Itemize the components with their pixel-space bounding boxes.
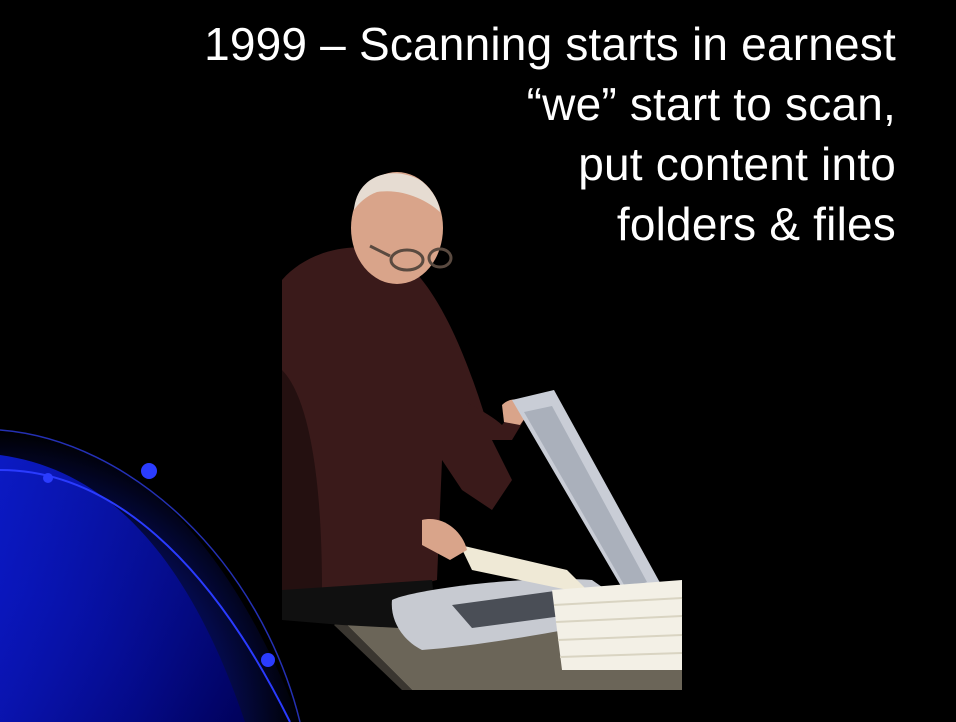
slide: 1999 – Scanning starts in earnest “we” s… — [0, 0, 956, 722]
title-line-3: put content into — [578, 138, 896, 190]
title-line-1: 1999 – Scanning starts in earnest — [204, 18, 896, 70]
dot-1 — [141, 463, 157, 479]
title-line-2: “we” start to scan, — [526, 78, 896, 130]
dot-3 — [43, 473, 53, 483]
slide-text: 1999 – Scanning starts in earnest “we” s… — [16, 14, 896, 254]
title-line-4: folders & files — [616, 198, 896, 250]
scanner-lid-inner — [524, 406, 647, 590]
